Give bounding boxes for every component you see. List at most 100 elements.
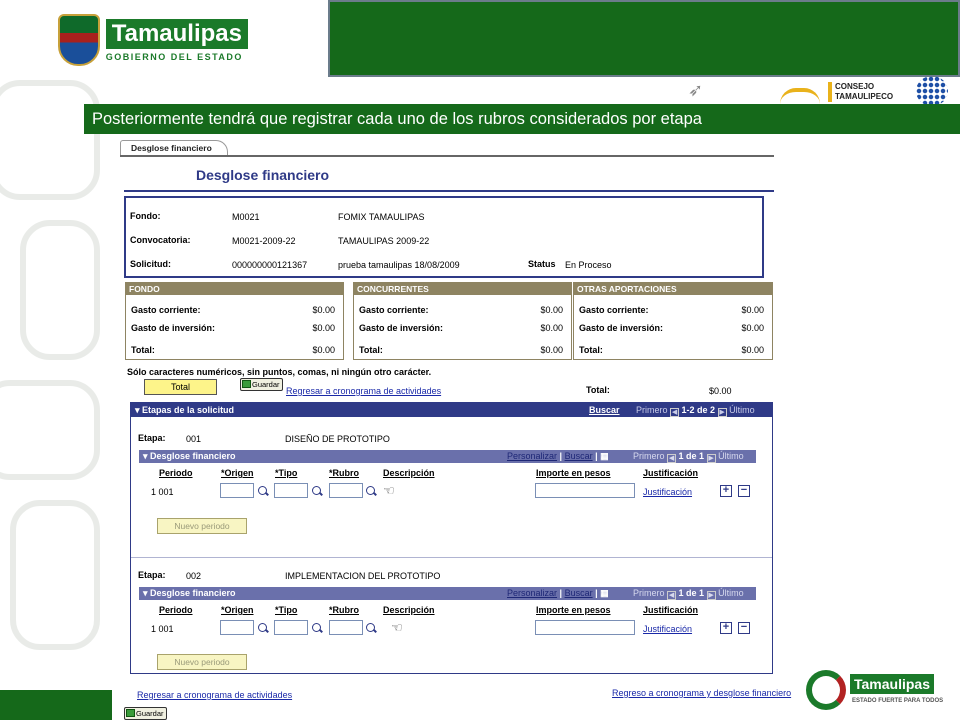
etapa-code: 002 <box>186 571 202 581</box>
gasto-inversion-value: $0.00 <box>312 323 335 333</box>
prev-arrow-icon[interactable]: ◀ <box>667 591 677 600</box>
fondo-code: M0021 <box>232 212 260 222</box>
ultimo-link[interactable]: Último <box>729 405 755 415</box>
gasto-corriente-value: $0.00 <box>741 305 764 315</box>
hand-cursor-icon: ☜ <box>391 620 403 635</box>
footer-return-link[interactable]: Regresar a cronograma de actividades <box>137 690 292 700</box>
row-periodo: 1 001 <box>151 624 174 634</box>
grid-title[interactable]: ▾ Desglose financiero <box>143 587 236 600</box>
numeric-notice: Sólo caracteres numéricos, sin puntos, c… <box>127 367 432 377</box>
grid-title[interactable]: ▾ Desglose financiero <box>143 450 236 463</box>
ultimo-link[interactable]: Último <box>718 588 744 598</box>
col-origen: *Origen <box>221 468 254 478</box>
summary-concurrentes: CONCURRENTES Gasto corriente: $0.00 Gasto… <box>353 282 572 360</box>
logo-name: Tamaulipas <box>105 18 248 49</box>
ultimo-link[interactable]: Último <box>718 451 744 461</box>
rubro-input[interactable] <box>329 483 363 498</box>
col-descripcion: Descripción <box>383 605 435 615</box>
prev-arrow-icon[interactable]: ◀ <box>667 454 677 463</box>
buscar-link[interactable]: Buscar <box>565 588 593 598</box>
tipo-lookup-icon[interactable] <box>312 486 321 495</box>
grid-nav: Primero ◀ 1 de 1 ▶ Último <box>633 587 744 600</box>
total-button[interactable]: Total <box>144 379 217 395</box>
tab-desglose-financiero[interactable]: Desglose financiero <box>120 140 228 156</box>
col-importe: Importe en pesos <box>536 468 611 478</box>
convocatoria-label: Convocatoria: <box>130 235 191 245</box>
regreso-cronograma-link[interactable]: Regreso a cronograma y desglose financie… <box>612 688 791 698</box>
summary-title: CONCURRENTES <box>354 283 571 295</box>
page-title: Desglose financiero <box>196 167 330 183</box>
total-value: $0.00 <box>312 345 335 355</box>
coat-of-arms-icon <box>58 14 100 66</box>
tipo-lookup-icon[interactable] <box>312 623 321 632</box>
add-row-button[interactable]: + <box>720 485 732 497</box>
nuevo-periodo-button[interactable]: Nuevo periodo <box>157 518 247 534</box>
personalizar-link[interactable]: Personalizar <box>507 588 557 598</box>
primero-link[interactable]: Primero <box>633 588 665 598</box>
save-button[interactable]: Guardar <box>240 378 283 391</box>
nuevo-periodo-button[interactable]: Nuevo periodo <box>157 654 247 670</box>
origen-lookup-icon[interactable] <box>258 623 267 632</box>
total-value: $0.00 <box>741 345 764 355</box>
grid-view-icon[interactable]: ▦ <box>600 588 609 598</box>
hand-cursor-icon: ☜ <box>383 483 395 498</box>
solicitud-label: Solicitud: <box>130 259 171 269</box>
return-cronograma-link[interactable]: Regresar a cronograma de actividades <box>286 386 441 396</box>
desglose-grid-header: ▾ Desglose financiero Personalizar | Bus… <box>139 587 756 600</box>
tamaulipas-mark-icon <box>806 670 846 710</box>
rubro-input[interactable] <box>329 620 363 635</box>
solicitud-name: prueba tamaulipas 18/08/2009 <box>338 260 460 270</box>
total-label: Total: <box>579 345 603 355</box>
fondo-label: Fondo: <box>130 211 161 221</box>
delete-row-button[interactable]: − <box>738 485 750 497</box>
next-arrow-icon[interactable]: ▶ <box>717 408 727 417</box>
origen-lookup-icon[interactable] <box>258 486 267 495</box>
convocatoria-name: TAMAULIPAS 2009-22 <box>338 236 430 246</box>
importe-input[interactable] <box>535 620 635 635</box>
prev-arrow-icon[interactable]: ◀ <box>670 408 680 417</box>
col-periodo: Periodo <box>159 605 193 615</box>
convocatoria-code: M0021-2009-22 <box>232 236 296 246</box>
rubro-lookup-icon[interactable] <box>366 486 375 495</box>
etapas-title-text: Etapas de la solicitud <box>142 405 235 415</box>
solicitud-code: 000000000121367 <box>232 260 308 270</box>
etapa-label: Etapa: <box>138 570 166 580</box>
col-justificacion: Justificación <box>643 605 699 615</box>
col-justificacion: Justificación <box>643 468 699 478</box>
origen-input[interactable] <box>220 483 254 498</box>
grid-view-icon[interactable]: ▦ <box>600 451 609 461</box>
etapas-header: ▾ Etapas de la solicitud Buscar Primero … <box>131 403 772 417</box>
tipo-input[interactable] <box>274 620 308 635</box>
row-periodo: 1 001 <box>151 487 174 497</box>
etapa-name: IMPLEMENTACION DEL PROTOTIPO <box>285 571 441 581</box>
next-arrow-icon[interactable]: ▶ <box>706 591 716 600</box>
personalizar-link[interactable]: Personalizar <box>507 451 557 461</box>
footer-save-button[interactable]: Guardar <box>124 707 167 720</box>
buscar-link[interactable]: Buscar <box>565 451 593 461</box>
etapas-buscar-link[interactable]: Buscar <box>589 403 620 417</box>
summary-fondo: FONDO Gasto corriente: $0.00 Gasto de inv… <box>125 282 344 360</box>
importe-input[interactable] <box>535 483 635 498</box>
col-origen: *Origen <box>221 605 254 615</box>
primero-link[interactable]: Primero <box>636 405 668 415</box>
status-label: Status <box>528 259 556 269</box>
grid-range: 1 de 1 <box>678 451 705 461</box>
gasto-corriente-value: $0.00 <box>312 305 335 315</box>
bottom-logo-name: Tamaulipas <box>850 674 934 694</box>
etapas-title[interactable]: ▾ Etapas de la solicitud <box>135 403 234 417</box>
sponsor-logos: ➶ CONSEJO TAMAULIPECO <box>688 76 960 106</box>
etapas-range: 1-2 de 2 <box>681 405 716 415</box>
justificacion-link[interactable]: Justificación <box>643 624 692 634</box>
rubro-lookup-icon[interactable] <box>366 623 375 632</box>
tamaulipas-estado-logo: Tamaulipas ESTADO FUERTE PARA TODOS <box>806 670 956 712</box>
origen-input[interactable] <box>220 620 254 635</box>
etapas-panel: ▾ Etapas de la solicitud Buscar Primero … <box>130 402 773 674</box>
primero-link[interactable]: Primero <box>633 451 665 461</box>
delete-row-button[interactable]: − <box>738 622 750 634</box>
justificacion-link[interactable]: Justificación <box>643 487 692 497</box>
tipo-input[interactable] <box>274 483 308 498</box>
grid-title-text: Desglose financiero <box>150 451 236 461</box>
next-arrow-icon[interactable]: ▶ <box>706 454 716 463</box>
add-row-button[interactable]: + <box>720 622 732 634</box>
total-label: Total: <box>359 345 383 355</box>
